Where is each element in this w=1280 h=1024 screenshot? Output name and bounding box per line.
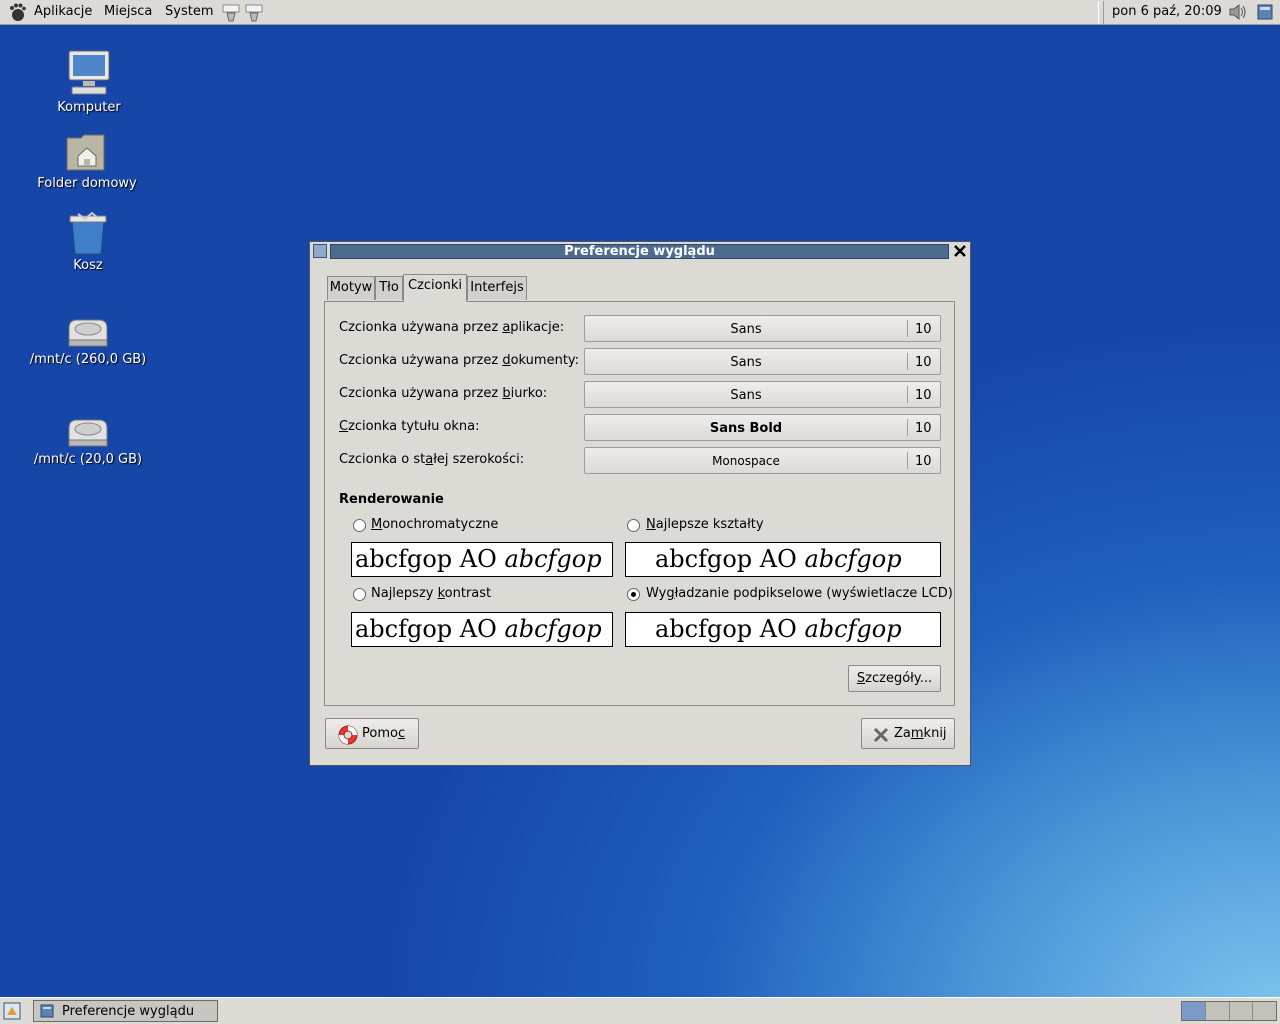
font-size: 10 — [915, 355, 932, 370]
separator — [907, 320, 908, 337]
font-button-monospace[interactable]: Monospace 10 — [584, 447, 941, 474]
font-name: Sans — [730, 388, 762, 403]
radio-monochrome[interactable] — [353, 519, 366, 532]
bottom-panel: Preferencje wyglądu — [0, 997, 1280, 1024]
launcher-icon[interactable] — [245, 3, 263, 23]
font-button-applications[interactable]: Sans 10 — [584, 315, 941, 342]
font-size: 10 — [915, 322, 932, 337]
top-panel: Aplikacje Miejsca System pon 6 paź, 20:0… — [0, 0, 1280, 25]
desktop-icon-home-folder[interactable]: Folder domowy — [17, 130, 157, 191]
sample-best-contrast[interactable]: abcfgop AO abcfgop — [351, 612, 613, 647]
trash-icon — [69, 211, 107, 255]
tab-interface[interactable]: Interfejs — [467, 276, 527, 300]
tab-background[interactable]: Tło — [375, 276, 403, 300]
font-size: 10 — [915, 388, 932, 403]
font-label-documents: Czcionka używana przez dokumenty: — [339, 353, 580, 368]
close-icon[interactable] — [952, 243, 968, 259]
launcher-icon[interactable] — [222, 3, 240, 23]
tab-fonts[interactable]: Czcionki — [403, 274, 467, 302]
menu-applications[interactable]: Aplikacje — [34, 4, 92, 19]
window-title[interactable]: Preferencje wyglądu — [330, 244, 949, 259]
workspace-3[interactable] — [1229, 1002, 1254, 1020]
workspace-1[interactable] — [1182, 1002, 1206, 1020]
workspace-2[interactable] — [1205, 1002, 1230, 1020]
panel-separator — [1098, 1, 1104, 24]
font-size: 10 — [915, 421, 932, 436]
desktop-icon-label: /mnt/c (20,0 GB) — [33, 452, 143, 467]
radio-label-monochrome[interactable]: Monochromatyczne — [371, 517, 498, 532]
radio-label-best-contrast[interactable]: Najlepszy kontrast — [371, 586, 491, 601]
font-button-window-title[interactable]: Sans Bold 10 — [584, 414, 941, 441]
font-label-monospace: Czcionka o stałej szerokości: — [339, 452, 525, 467]
help-lifebuoy-icon — [338, 725, 358, 745]
font-button-desktop[interactable]: Sans 10 — [584, 381, 941, 408]
font-label-window-title: Czcionka tytułu okna: — [339, 419, 480, 434]
volume-icon[interactable] — [1228, 3, 1248, 21]
help-button[interactable]: Pomoc — [325, 718, 419, 749]
radio-label-best-shapes[interactable]: Najlepsze kształty — [646, 517, 764, 532]
hard-drive-icon — [68, 319, 108, 347]
sample-monochrome[interactable]: abcfgop AO abcfgop — [351, 542, 613, 577]
show-desktop-icon[interactable] — [1257, 4, 1273, 20]
desktop-icon-drive-20[interactable]: /mnt/c (20,0 GB) — [18, 416, 158, 467]
radio-best-contrast[interactable] — [353, 588, 366, 601]
close-x-icon — [873, 727, 889, 743]
titlebar[interactable]: Preferencje wyglądu — [310, 242, 970, 262]
desktop-icon-label: Komputer — [57, 100, 121, 115]
tab-theme[interactable]: Motyw — [327, 276, 375, 300]
workspace-switcher[interactable] — [1181, 1001, 1277, 1021]
font-size: 10 — [915, 454, 932, 469]
font-name: Sans — [730, 322, 762, 337]
hard-drive-icon — [68, 419, 108, 447]
clock[interactable]: pon 6 paź, 20:09 — [1112, 4, 1222, 19]
help-label: Pomoc — [362, 726, 406, 741]
close-label: Zamknij — [894, 726, 947, 741]
radio-subpixel[interactable] — [627, 588, 640, 601]
show-desktop-icon[interactable] — [3, 1002, 21, 1020]
sample-subpixel[interactable]: abcfgop AO abcfgop — [625, 612, 941, 647]
home-folder-icon — [66, 134, 105, 171]
desktop-icon-computer[interactable]: Komputer — [19, 48, 159, 115]
sample-best-shapes[interactable]: abcfgop AO abcfgop — [625, 542, 941, 577]
font-label-desktop: Czcionka używana przez biurko: — [339, 386, 548, 401]
separator — [907, 419, 908, 436]
workspace-4[interactable] — [1253, 1002, 1276, 1020]
font-name: Sans Bold — [709, 421, 783, 436]
desktop-icon-label: Kosz — [73, 258, 103, 273]
desktop-icon-label: /mnt/c (260,0 GB) — [29, 352, 147, 367]
font-button-documents[interactable]: Sans 10 — [584, 348, 941, 375]
font-label-applications: Czcionka używana przez aplikacje: — [339, 320, 565, 335]
separator — [907, 452, 908, 469]
window-menu-icon[interactable] — [313, 244, 327, 258]
radio-label-subpixel[interactable]: Wygładzanie podpikselowe (wyświetlacze L… — [646, 586, 953, 601]
desktop-icon-drive-260[interactable]: /mnt/c (260,0 GB) — [18, 316, 158, 367]
details-button[interactable]: Szczegóły... — [848, 665, 941, 692]
font-name: Sans — [730, 355, 762, 370]
separator — [907, 353, 908, 370]
menu-system[interactable]: System — [165, 4, 213, 19]
menu-places[interactable]: Miejsca — [104, 4, 152, 19]
radio-best-shapes[interactable] — [627, 519, 640, 532]
window-icon — [40, 1004, 54, 1018]
close-button[interactable]: Zamknij — [861, 718, 955, 749]
desktop-icon-trash[interactable]: Kosz — [18, 210, 158, 273]
taskbar-window-button[interactable]: Preferencje wyglądu — [33, 1000, 218, 1022]
font-name: Monospace — [712, 454, 780, 468]
rendering-heading: Renderowanie — [339, 492, 444, 507]
taskbar-window-title: Preferencje wyglądu — [62, 1004, 195, 1019]
desktop-icon-label: Folder domowy — [37, 176, 137, 191]
separator — [907, 386, 908, 403]
gnome-foot-icon[interactable] — [7, 2, 27, 22]
computer-icon — [68, 50, 110, 95]
